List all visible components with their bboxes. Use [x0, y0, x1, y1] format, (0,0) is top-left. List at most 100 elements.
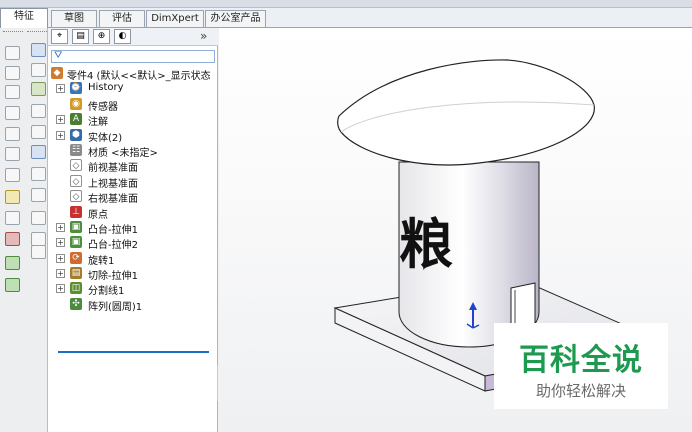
tree-item[interactable]: ◉ 传感器 [48, 97, 218, 113]
boss-extrude-icon: ▣ [70, 220, 82, 233]
expand-toggle-icon[interactable]: + [56, 115, 65, 125]
tree-item-label: 旋转1 [88, 255, 115, 267]
expand-toggle-icon[interactable]: + [56, 284, 65, 294]
expand-toggle-icon[interactable]: + [56, 253, 65, 263]
feature-tree: ◆ 零件4 (默认<<默认>_显示状态 + ⌚ History ◉ 传感器 + A 注解 + ⬢ 实… [48, 66, 218, 313]
tree-item[interactable]: ⊥ 原点 [48, 205, 218, 221]
tree-item[interactable]: ✣ 阵列(圆周)1 [48, 297, 218, 313]
material-icon: ☷ [70, 143, 82, 156]
tab-evaluate[interactable]: 评估 [99, 10, 145, 27]
sensor-icon: ◉ [70, 97, 82, 110]
body-character: 粮 [399, 213, 453, 276]
tab-dimxpert[interactable]: DimXpert [146, 10, 204, 27]
rib-tool-icon[interactable] [5, 168, 20, 182]
filter-box[interactable]: ⛛ [51, 50, 215, 63]
tree-item-label: 前视基准面 [88, 163, 138, 175]
tab-sketch[interactable]: 草图 [51, 10, 97, 27]
tree-item-label: History [88, 82, 124, 94]
watermark-banner: 百科全说 助你轻松解决 [494, 323, 668, 409]
feature-tool-column [0, 28, 48, 432]
command-manager-tabs: 特征 草图 评估 DimXpert 办公室产品 [0, 8, 692, 28]
expand-toggle-icon[interactable]: + [56, 238, 65, 248]
tree-item[interactable]: + ▣ 凸台-拉伸1 [48, 220, 218, 236]
history-icon: ⌚ [70, 82, 82, 95]
reference-geometry-icon[interactable] [5, 211, 20, 225]
sheet-icon[interactable] [31, 63, 46, 77]
property-manager-tab-icon[interactable]: ▤ [72, 29, 89, 44]
tree-item-label: 凸台-拉伸1 [88, 224, 138, 236]
revolved-boss-tool-icon[interactable] [5, 66, 20, 80]
feature-manager-panel: ⌖ ▤ ⊕ ◐ » ⛛ ◆ 零件4 (默认<<默认>_显示状态 + ⌚ Histor… [48, 28, 218, 432]
tree-item[interactable]: ◇ 上视基准面 [48, 174, 218, 190]
expand-toggle-icon[interactable]: + [56, 130, 65, 140]
tree-item[interactable]: + ⌚ History [48, 81, 218, 96]
wrap-icon[interactable] [31, 167, 46, 181]
tree-item-label: 切除-拉伸1 [88, 271, 138, 283]
tree-item[interactable]: + ⬢ 实体(2) [48, 128, 218, 144]
fillet-icon[interactable] [31, 104, 46, 118]
rollback-bar[interactable] [58, 351, 209, 353]
filter-icon: ⛛ [54, 50, 63, 61]
annotation-icon: A [70, 113, 82, 126]
plane-icon: ◇ [70, 190, 82, 203]
plane-icon: ◇ [70, 174, 82, 187]
swept-boss-tool-icon[interactable] [5, 85, 20, 99]
chevron-right-icon[interactable]: » [200, 29, 214, 44]
tree-item-label: 原点 [88, 209, 108, 221]
tree-item[interactable]: + ▣ 凸台-拉伸2 [48, 235, 218, 252]
tree-item-label: 材质 <未指定> [88, 147, 158, 159]
dome-icon[interactable] [31, 188, 46, 202]
linear-pattern-icon[interactable] [5, 256, 20, 270]
rebuild-icon[interactable] [31, 245, 46, 259]
origin-icon: ⊥ [70, 205, 82, 218]
expand-toggle-icon[interactable]: + [56, 222, 65, 232]
instant3d-icon[interactable] [31, 232, 46, 246]
tree-item[interactable]: + ⟳ 旋转1 [48, 251, 218, 267]
tree-item-label: 阵列(圆周)1 [88, 301, 143, 313]
panel-tabs: ⌖ ▤ ⊕ ◐ » [48, 28, 218, 46]
expand-toggle-icon[interactable]: + [56, 269, 65, 279]
revolve-icon: ⟳ [70, 251, 82, 264]
tree-item-label: 传感器 [88, 101, 118, 113]
tree-item-label: 注解 [88, 117, 108, 129]
lofted-boss-tool-icon[interactable] [5, 106, 20, 120]
cut-extrude-icon: ▤ [70, 267, 82, 280]
split-line-icon: ◫ [70, 282, 82, 295]
expand-toggle-icon[interactable]: + [56, 84, 65, 94]
tab-feature[interactable]: 特征 [0, 8, 48, 28]
mirror-icon[interactable] [31, 211, 46, 225]
sketch-edit-icon[interactable] [5, 190, 20, 204]
tree-item-label: 右视基准面 [88, 194, 138, 206]
tree-item-label: 实体(2) [88, 132, 123, 144]
curves-icon[interactable] [5, 232, 20, 246]
feature-manager-tab-icon[interactable]: ⌖ [51, 29, 68, 44]
boss-extrude-icon: ▣ [70, 236, 82, 249]
top-toolbar-strip [0, 0, 692, 8]
draft-icon[interactable] [31, 145, 46, 159]
hole-wizard-icon[interactable] [31, 82, 46, 96]
tab-office-products[interactable]: 办公室产品 [205, 10, 266, 27]
tree-root[interactable]: ◆ 零件4 (默认<<默认>_显示状态 [48, 66, 218, 82]
table-icon[interactable] [31, 43, 46, 57]
part-icon: ◆ [51, 67, 63, 79]
tree-root-label: 零件4 (默认<<默认>_显示状态 [67, 71, 211, 82]
watermark-title: 百科全说 [519, 343, 643, 378]
shell-tool-icon[interactable] [5, 147, 20, 161]
display-manager-tab-icon[interactable]: ◐ [114, 29, 131, 44]
circular-pattern-icon: ✣ [70, 297, 82, 310]
extruded-boss-tool-icon[interactable] [5, 46, 20, 60]
tree-item[interactable]: ◇ 前视基准面 [48, 158, 218, 175]
tree-item-label: 凸台-拉伸2 [88, 240, 138, 252]
plane-icon: ◇ [70, 159, 82, 172]
dome-roof[interactable] [337, 59, 595, 166]
boundary-boss-tool-icon[interactable] [5, 127, 20, 141]
tree-item[interactable]: + ▤ 切除-拉伸1 [48, 266, 218, 283]
circular-pattern-tool-icon[interactable] [5, 278, 20, 292]
tree-item[interactable]: ◇ 右视基准面 [48, 189, 218, 206]
tree-item[interactable]: + A 注解 [48, 112, 218, 129]
chamfer-icon[interactable] [31, 125, 46, 139]
tree-items: + ⌚ History ◉ 传感器 + A 注解 + ⬢ 实体(2) ☷ 材质 <未指定> ◇ 前视基准面 ◇… [48, 81, 218, 313]
configuration-manager-tab-icon[interactable]: ⊕ [93, 29, 110, 44]
tree-item[interactable]: + ◫ 分割线1 [48, 281, 218, 297]
tree-item[interactable]: ☷ 材质 <未指定> [48, 143, 218, 159]
